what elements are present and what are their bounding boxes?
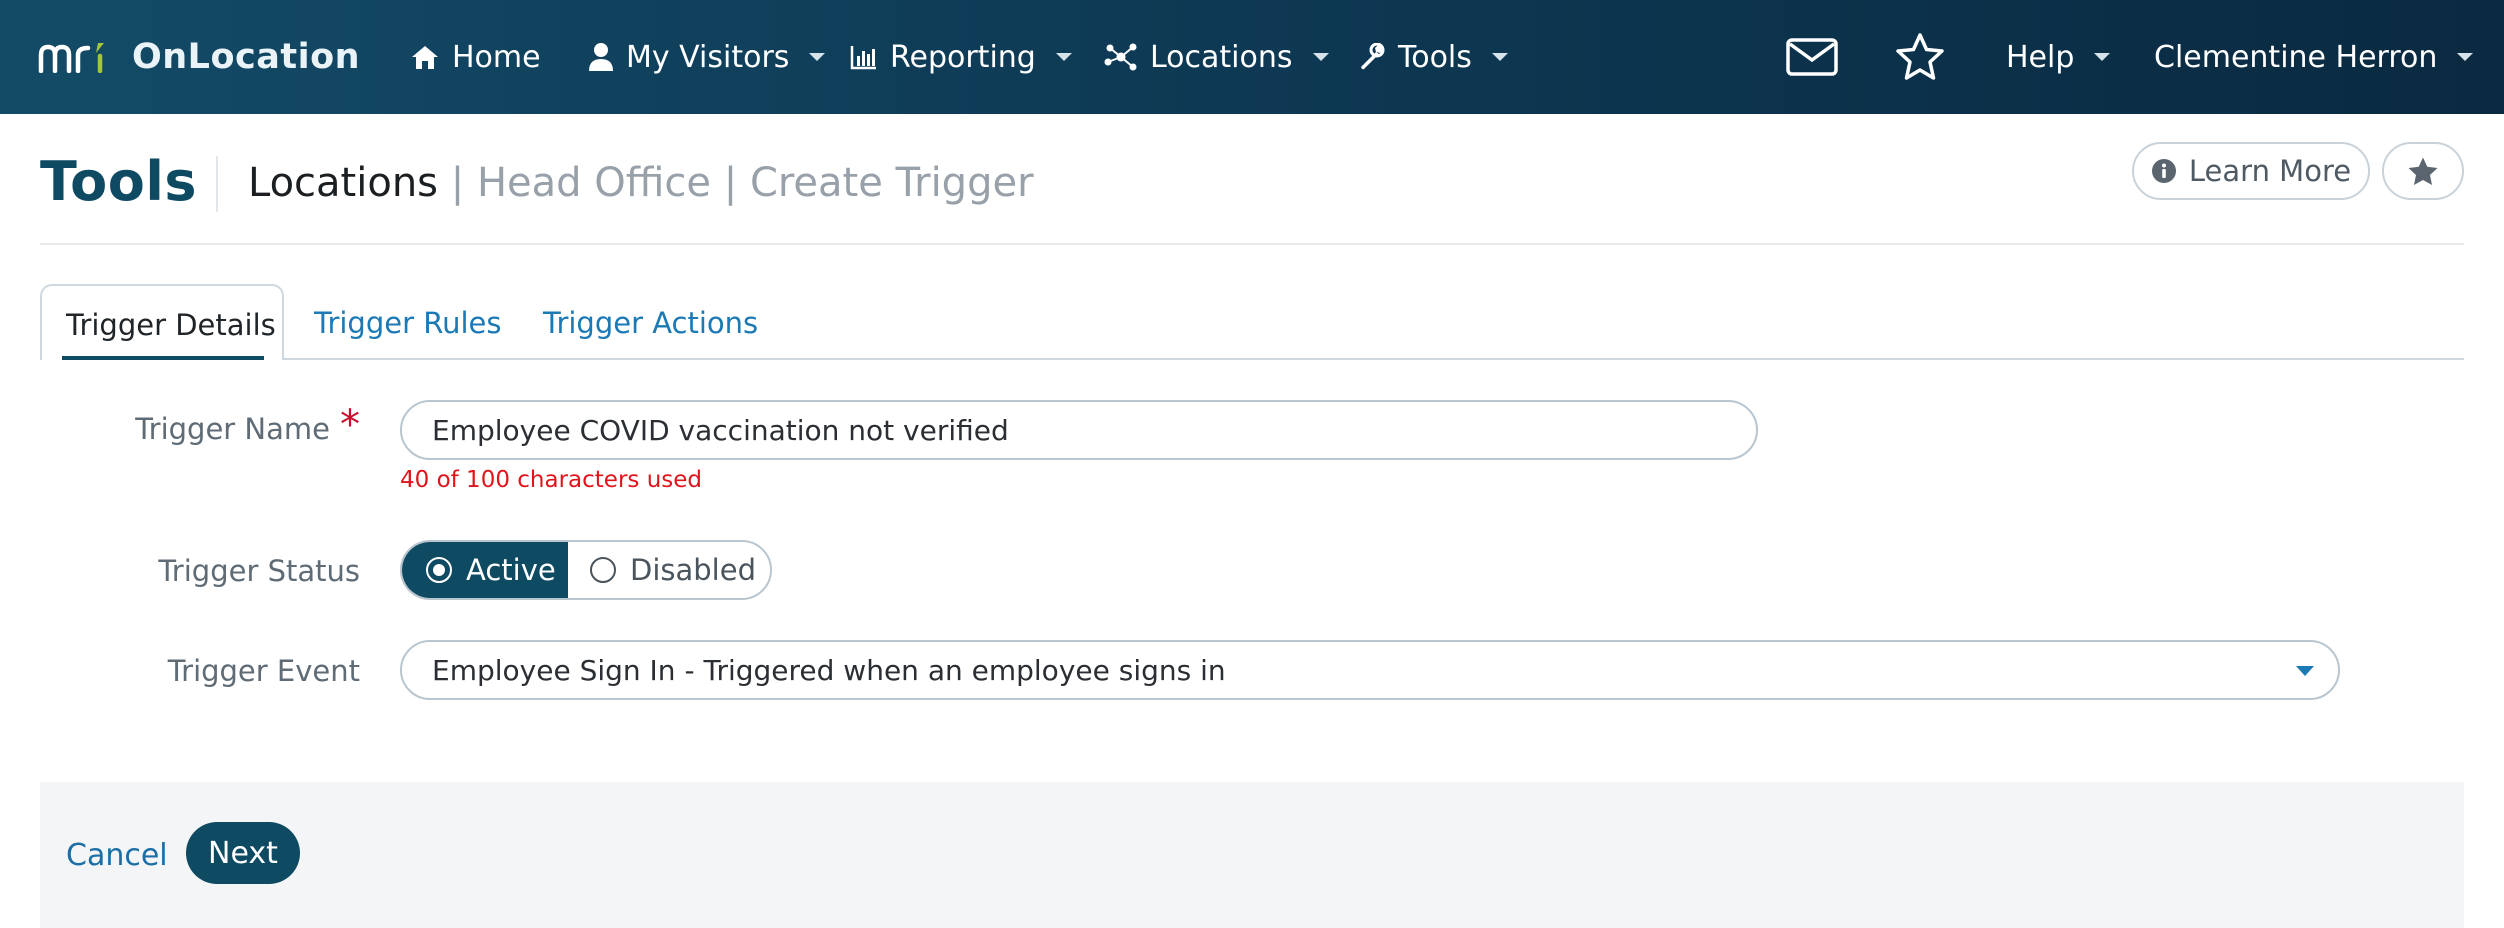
chevron-down-icon [1312,53,1329,61]
chevron-down-icon [2296,666,2314,676]
radio-unchecked-icon [590,557,616,583]
star-solid-icon [2408,157,2438,185]
trigger-event-select[interactable]: Employee Sign In - Triggered when an emp… [400,640,2340,700]
cancel-button[interactable]: Cancel [66,838,168,873]
nav-my-visitors[interactable]: My Visitors [588,0,826,114]
nav-home-label: Home [452,39,541,75]
top-navigation-bar: OnLocation Home My Visitors Reporting Lo… [0,0,2504,114]
tabs-divider [40,358,2464,360]
wrench-icon [1361,43,1385,70]
nav-locations[interactable]: Locations [1104,0,1329,114]
trigger-name-value: Employee COVID vaccination not verified [432,413,1009,447]
home-icon [412,46,438,69]
network-icon [1104,43,1137,71]
active-tab-indicator [62,356,264,360]
status-active-option[interactable]: Active [402,542,568,598]
tab-trigger-details[interactable]: Trigger Details [40,284,284,360]
nav-reporting[interactable]: Reporting [850,0,1072,114]
info-circle-icon [2151,159,2176,183]
nav-my-visitors-label: My Visitors [626,39,790,75]
chevron-down-icon [1491,53,1508,61]
learn-more-label: Learn More [2188,154,2352,188]
learn-more-button[interactable]: Learn More [2132,142,2370,200]
trigger-status-toggle: Active Disabled [400,540,772,600]
trigger-status-label: Trigger Status [158,554,360,588]
title-divider [216,156,218,212]
form-footer: Cancel Next [40,782,2464,928]
breadcrumb-locations: Locations [248,160,439,206]
chevron-down-icon [809,53,826,61]
nav-help[interactable]: Help [2006,0,2111,114]
star-outline-icon [1896,33,1944,80]
header-divider [40,243,2464,245]
nav-tools-label: Tools [1398,39,1472,75]
status-disabled-option[interactable]: Disabled [568,542,770,598]
breadcrumb-separator: | [450,160,465,206]
radio-checked-icon [426,557,452,583]
nav-locations-label: Locations [1150,39,1293,75]
status-disabled-label: Disabled [630,553,756,587]
breadcrumb-head-office: Head Office [476,160,712,206]
nav-help-label: Help [2006,39,2075,75]
add-favorite-button[interactable] [2382,142,2464,200]
tab-trigger-details-label: Trigger Details [66,308,276,342]
next-button[interactable]: Next [186,822,300,884]
nav-home[interactable]: Home [410,0,541,114]
user-menu[interactable]: Clementine Herron [2154,0,2474,114]
breadcrumb-create-trigger: Create Trigger [749,160,1034,206]
user-name: Clementine Herron [2154,39,2438,75]
chevron-down-icon [2094,53,2111,61]
messages-button[interactable] [1786,0,1838,114]
trigger-name-input[interactable]: Employee COVID vaccination not verified [400,400,1758,460]
nav-reporting-label: Reporting [890,39,1036,75]
bar-chart-icon [850,46,876,70]
envelope-icon [1786,38,1838,76]
chevron-down-icon [2457,53,2474,61]
trigger-event-label: Trigger Event [167,654,360,688]
nav-tools[interactable]: Tools [1358,0,1508,114]
tab-trigger-actions[interactable]: Trigger Actions [543,306,758,340]
required-indicator: * [340,402,360,448]
breadcrumb-separator: | [723,160,738,206]
page-title: Tools [40,150,198,213]
breadcrumb: Locations | Head Office | Create Trigger [248,160,1034,206]
user-icon [589,43,613,71]
chevron-down-icon [1055,53,1072,61]
mri-logo[interactable] [38,0,112,114]
brand-name[interactable]: OnLocation [132,0,360,114]
status-active-label: Active [466,553,556,587]
trigger-event-value: Employee Sign In - Triggered when an emp… [432,653,1226,687]
tab-trigger-rules[interactable]: Trigger Rules [314,306,501,340]
character-counter: 40 of 100 characters used [400,467,703,493]
trigger-name-label: Trigger Name [135,412,330,446]
favorites-button[interactable] [1894,0,1946,114]
